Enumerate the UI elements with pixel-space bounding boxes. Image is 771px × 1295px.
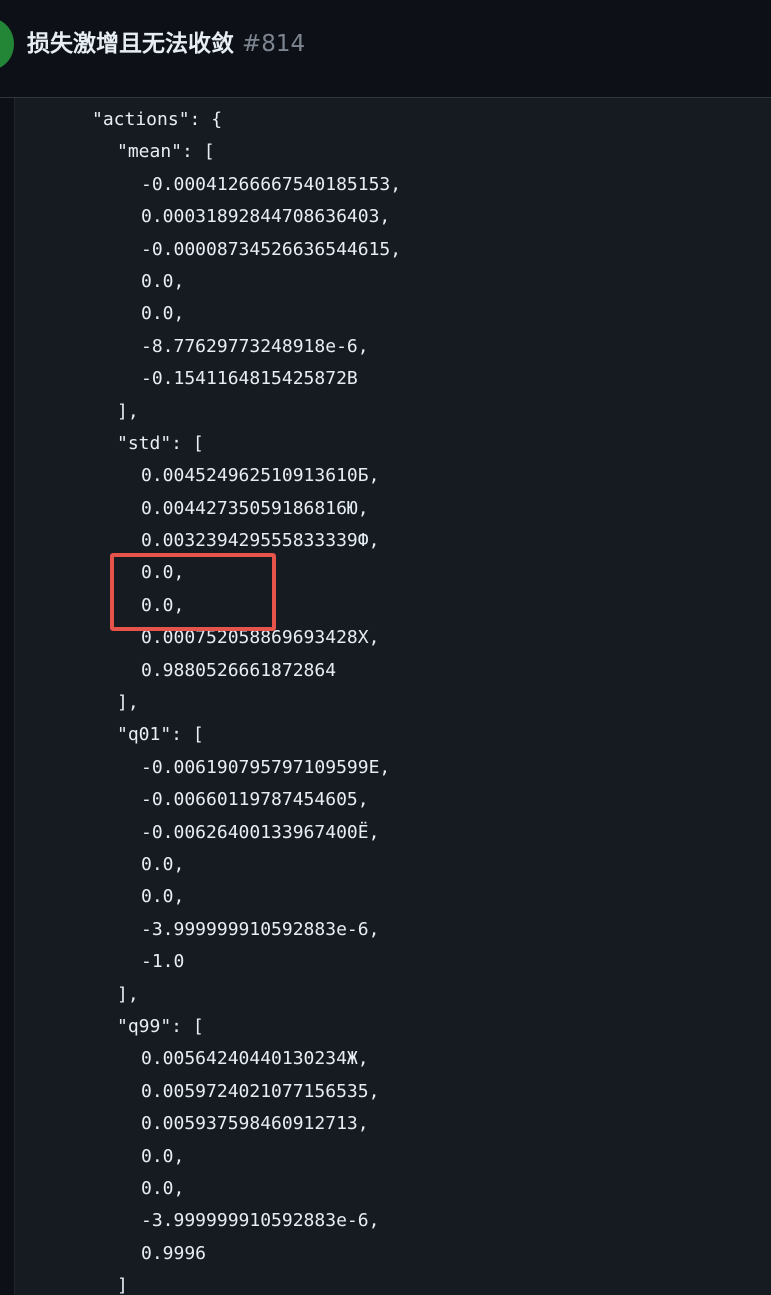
- code-line-std-open: "std": [: [117, 432, 204, 454]
- code-line-mean-value: -0.00041266667540185153,: [141, 173, 402, 195]
- code-line-mean-open: "mean": [: [117, 141, 215, 163]
- code-line-mean-value: -0.00008734526636544615,: [141, 238, 402, 260]
- code-line-q99-value: 0.005937598460912713,: [141, 1113, 369, 1135]
- code-line-q99-value: 0.0,: [141, 1177, 185, 1199]
- code-line-q99-value: 0.0,: [141, 1145, 185, 1167]
- code-line-mean-value: 0.0003189284470863640З,: [141, 206, 391, 228]
- code-block: "actions": { "mean": [ -0.00041266667540…: [15, 98, 771, 1295]
- code-line-q01-value: -0.00626400133967400Ё,: [141, 821, 380, 843]
- code-line-q99-value: 0.00597240210771565З5,: [141, 1080, 380, 1102]
- code-line-std-value: 0.0,: [141, 562, 185, 584]
- code-line-std-value: 0.0,: [141, 594, 185, 616]
- code-line-std-value: 0.000752058869693428Х,: [141, 627, 380, 649]
- code-line-mean-close: ],: [117, 400, 139, 422]
- avatar[interactable]: [0, 18, 14, 70]
- issue-number[interactable]: #814: [242, 31, 305, 57]
- issue-title: 损失激增且无法收敛 #814: [27, 28, 305, 60]
- code-line-mean-value: 0.0,: [141, 270, 185, 292]
- code-line-q99-value: 0.9996: [141, 1242, 207, 1264]
- code-line-q01-value: 0.0,: [141, 853, 185, 875]
- code-content: "actions": { "mean": [ -0.00041266667540…: [15, 104, 401, 1295]
- code-line-q99-value: 0.00564240440130234Ж,: [141, 1048, 369, 1070]
- code-line-std-value: 0.003239429555833339Ф,: [141, 530, 380, 552]
- code-line-q01-value: -0.006190795797109599Е,: [141, 756, 391, 778]
- code-line-q99-value: -3.999999910592883e-6,: [141, 1210, 380, 1232]
- code-line-mean-value: -0.1541164815425872В: [141, 368, 358, 390]
- issue-header: 损失激增且无法收敛 #814: [0, 0, 771, 98]
- code-line-q99-close: ]: [117, 1275, 128, 1295]
- code-line-mean-value: 0.0,: [141, 303, 185, 325]
- code-line-q01-value: 0.0,: [141, 886, 185, 908]
- code-line-std-value: 0.9880526661872864: [141, 659, 337, 681]
- code-line-std-close: ],: [117, 692, 139, 714]
- issue-title-text: 损失激增且无法收敛: [27, 31, 234, 57]
- code-line-mean-value: -8.77629773248918e-6,: [141, 335, 369, 357]
- code-line-q99-open: "q99": [: [117, 1015, 204, 1037]
- code-line-q01-open: "q01": [: [117, 724, 204, 746]
- code-line-q01-value: -0.00660119787454605,: [141, 789, 369, 811]
- code-line-std-value: 0.004524962510913610Б,: [141, 465, 380, 487]
- code-line-actions-open: "actions": {: [92, 109, 223, 130]
- code-line-q01-value: -3.999999910592883e-6,: [141, 918, 380, 940]
- code-line-q01-close: ],: [117, 983, 139, 1005]
- timeline-gutter: [0, 98, 15, 1295]
- code-line-q01-value: -1.0: [141, 951, 185, 973]
- code-line-std-value: 0.00442735059186816Ю,: [141, 497, 369, 519]
